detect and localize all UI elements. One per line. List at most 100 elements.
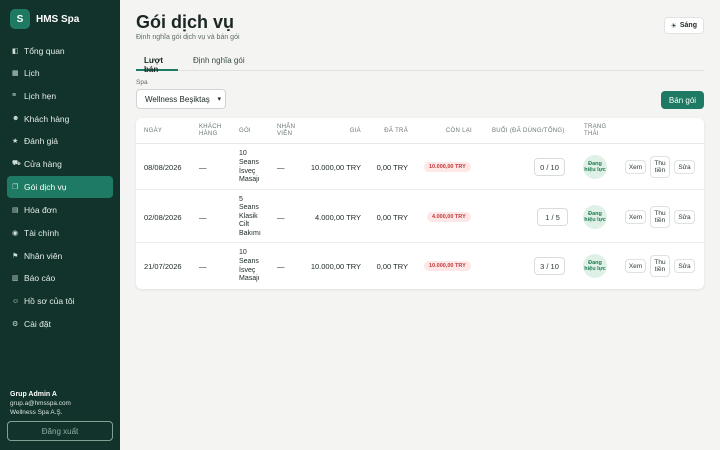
sun-icon: ☀ [670,22,677,30]
sidebar-item-label: Nhân viên [24,250,63,261]
sidebar-item-invoices[interactable]: ▤ Hóa đơn [7,200,113,221]
chevron-down-icon: ▾ [217,96,221,103]
invoice-icon: ▤ [12,207,19,215]
spa-filter-label: Spa [136,79,148,86]
remaining-badge: 10.000,00 TRY [424,261,471,271]
sidebar-item-label: Khách hàng [24,113,70,124]
row-package: 10 Seans İsveç Masajı [239,249,260,283]
collect-payment-button[interactable]: Thu tiền [650,206,670,228]
chart-icon: ▥ [12,275,19,283]
tab-bar: Lượt bán Định nghĩa gói [136,54,704,74]
status-badge: Đang hiệu lực [583,155,607,179]
column-header-sessions: Buổi (đã dùng/tổng) [492,127,565,134]
column-header-status: Trạng thái [584,124,607,137]
row-date: 02/08/2026 [144,212,182,222]
view-button[interactable]: Xem [625,160,646,174]
sidebar-item-overview[interactable]: ◧ Tổng quan [7,40,113,61]
store-icon: ⛟ [12,160,21,168]
row-price: 10.000,00 TRY [310,262,361,271]
row-price: 4.000,00 TRY [314,212,361,222]
view-button[interactable]: Xem [625,259,646,273]
calendar-icon: ▦ [12,70,19,78]
table-row[interactable]: 21/07/2026 — 10 Seans İsveç Masajı — 10.… [136,244,704,289]
row-paid: 0,00 TRY [376,163,408,172]
brand-logo: S [10,9,30,29]
row-customer: — [199,163,207,172]
gift-icon: ❒ [12,184,19,192]
sidebar-item-appointments[interactable]: ≡ Lịch hẹn [7,85,113,106]
sidebar-item-label: Tài chính [24,228,59,238]
sidebar-item-label: Đánh giá [24,136,59,147]
status-badge: Đang hiệu lực [583,205,607,229]
edit-button[interactable]: Sửa [674,210,695,224]
row-package: 5 Seans Klasik Cilt Bakımı [239,195,261,237]
remaining-badge: 10.000,00 TRY [424,162,471,172]
list-icon: ≡ [12,92,17,100]
status-badge: Đang hiệu lực [583,254,607,278]
brand[interactable]: S HMS Spa [10,9,79,29]
row-price: 10.000,00 TRY [310,163,361,172]
collect-payment-button[interactable]: Thu tiền [650,255,670,277]
row-package: 10 Seans İsveç Masajı [239,150,260,184]
money-icon: ◉ [12,230,19,237]
edit-button[interactable]: Sửa [674,259,695,273]
sell-package-button[interactable]: Bán gói [661,91,704,109]
sidebar-nav: ◧ Tổng quan ▦ Lịch ≡ Lịch hẹn ☻ Khách hàng ★… [7,40,113,336]
collect-payment-button[interactable]: Thu tiền [650,156,670,178]
sidebar-item-reviews[interactable]: ★ Đánh giá [7,131,113,152]
sidebar-item-label: Lịch hẹn [24,90,57,101]
table-row[interactable]: 08/08/2026 — 10 Seans İsveç Masajı — 10.… [136,145,704,190]
sidebar-item-packages[interactable]: ❒ Gói dịch vụ [7,176,113,199]
column-header-date: Ngày [144,127,163,134]
flag-icon: ⚑ [12,252,19,260]
spa-select-value: Wellness Beşiktaş [145,94,210,104]
row-paid: 0,00 TRY [376,262,408,271]
column-header-package: Gói [239,127,251,134]
sidebar-item-label: Hồ sơ của tôi [24,296,75,307]
sidebar-item-settings[interactable]: ⚙ Cài đặt [7,313,113,334]
user-info: Grup Admin A grup.a@hmsspa.com Wellness … [10,390,71,417]
sidebar-item-finance[interactable]: ◉ Tài chính [7,223,113,244]
edit-button[interactable]: Sửa [674,160,695,174]
table-row[interactable]: 02/08/2026 — 5 Seans Klasik Cilt Bakımı … [136,191,704,243]
row-staff: — [277,212,285,222]
column-header-staff: Nhân viên [277,124,296,137]
sidebar-item-staff[interactable]: ⚑ Nhân viên [7,245,113,266]
user-company: Wellness Spa A.Ş. [10,409,63,416]
sidebar-item-store[interactable]: ⛟ Cửa hàng [7,153,113,174]
sidebar-item-reports[interactable]: ▥ Báo cáo [7,268,113,289]
sidebar-item-customers[interactable]: ☻ Khách hàng [7,108,113,129]
view-button[interactable]: Xem [625,210,646,224]
row-date: 08/08/2026 [144,163,182,172]
sidebar-item-label: Báo cáo [24,273,56,284]
sidebar-item-label: Cửa hàng [24,158,62,169]
sidebar: S HMS Spa ◧ Tổng quan ▦ Lịch ≡ Lịch hẹn ☻ Kh… [0,0,120,450]
sidebar-item-profile[interactable]: ☺ Hồ sơ của tôi [7,291,113,312]
sessions-used: 0 / 10 [534,158,565,176]
row-customer: — [199,262,207,271]
sessions-used: 3 / 10 [534,257,565,275]
main-content: Gói dịch vụ Định nghĩa gói dịch vụ và bá… [120,0,720,450]
gear-icon: ⚙ [12,320,19,328]
table-header: Ngày Khách hàng Gói Nhân viên Giá Đã trả… [136,118,704,144]
page-title: Gói dịch vụ [136,12,235,32]
column-header-remaining: Còn lại [445,127,472,134]
sidebar-item-calendar[interactable]: ▦ Lịch [7,63,113,84]
sales-table: Ngày Khách hàng Gói Nhân viên Giá Đã trả… [136,118,704,289]
logout-button[interactable]: Đăng xuất [7,421,113,441]
customer-icon: ☻ [12,115,20,123]
remaining-badge: 4.000,00 TRY [427,212,471,222]
column-header-customer: Khách hàng [199,124,222,137]
row-paid: 0,00 TRY [376,212,408,222]
spa-select[interactable]: Wellness Beşiktaş ▾ [136,89,226,109]
theme-label: Sáng [679,22,697,29]
brand-name: HMS Spa [36,13,80,25]
sidebar-item-label: Cài đặt [24,318,51,329]
column-header-paid: Đã trả [384,127,408,134]
dashboard-icon: ◧ [12,47,19,55]
tab-sales[interactable]: Lượt bán [136,54,178,74]
sidebar-item-label: Tổng quan [24,45,65,56]
tab-package-definitions[interactable]: Định nghĩa gói [193,54,245,71]
sidebar-item-label: Lịch [24,68,40,79]
theme-toggle-button[interactable]: ☀ Sáng [663,17,704,34]
